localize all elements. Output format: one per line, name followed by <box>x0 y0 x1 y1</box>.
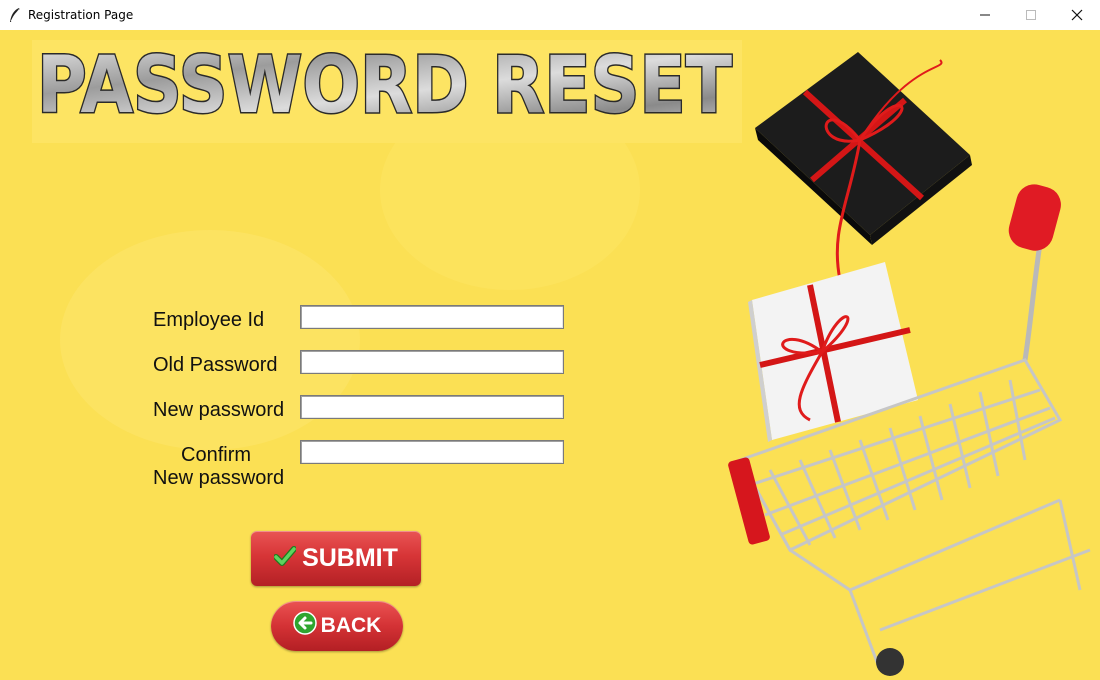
window-title: Registration Page <box>28 8 134 22</box>
back-button[interactable]: BACK <box>271 601 403 651</box>
maximize-icon[interactable] <box>1008 0 1054 30</box>
page-title-banner: PASSWORD RESET <box>32 40 742 143</box>
old-password-label: Old Password <box>153 354 278 376</box>
window-titlebar: Registration Page <box>0 0 1100 30</box>
confirm-password-field[interactable] <box>300 440 564 464</box>
cart-wheel <box>876 648 904 676</box>
employee-id-label: Employee Id <box>153 309 265 331</box>
window-controls <box>962 0 1100 30</box>
minimize-icon[interactable] <box>962 0 1008 30</box>
black-gift-icon <box>755 52 972 281</box>
submit-button[interactable]: SUBMIT <box>251 531 421 586</box>
checkmark-icon <box>273 544 298 573</box>
old-password-field[interactable] <box>300 350 564 374</box>
shopping-cart-illustration <box>728 52 1091 676</box>
submit-button-label: SUBMIT <box>302 544 398 572</box>
back-button-label: BACK <box>320 614 382 637</box>
feather-app-icon <box>0 0 30 30</box>
new-password-field[interactable] <box>300 395 564 419</box>
confirm-label-line1: Confirm <box>181 444 252 466</box>
back-arrow-icon <box>292 611 317 641</box>
white-gift-icon <box>748 262 918 442</box>
main-content: PASSWORD RESET Employee Id Old Password … <box>0 30 1100 680</box>
close-icon[interactable] <box>1054 0 1100 30</box>
confirm-label-line2: New password <box>153 467 285 489</box>
employee-id-field[interactable] <box>300 305 564 329</box>
new-password-label: New password <box>153 399 285 421</box>
cart-handle <box>1008 184 1061 361</box>
page-title: PASSWORD RESET <box>37 41 732 131</box>
